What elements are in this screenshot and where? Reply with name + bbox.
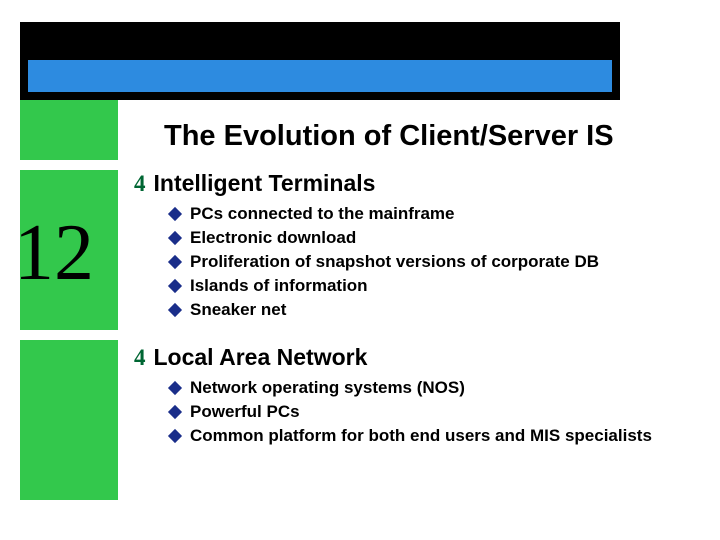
item-text: Proliferation of snapshot versions of co… xyxy=(190,251,694,274)
diamond-bullet-icon xyxy=(168,405,182,419)
diamond-bullet-icon xyxy=(168,231,182,245)
topic-block: 4 Intelligent Terminals PCs connected to… xyxy=(134,170,694,322)
diamond-bullet-icon xyxy=(168,303,182,317)
topic-heading-row: 4 Local Area Network xyxy=(134,344,694,371)
topic-items: Network operating systems (NOS) Powerful… xyxy=(134,377,694,448)
header-blue-bar xyxy=(28,60,612,92)
topic-heading: Intelligent Terminals xyxy=(154,170,376,197)
topic-items: PCs connected to the mainframe Electroni… xyxy=(134,203,694,322)
list-item: Electronic download xyxy=(170,227,694,250)
topic-block: 4 Local Area Network Network operating s… xyxy=(134,344,694,448)
stripe-gap xyxy=(20,330,118,340)
diamond-bullet-icon xyxy=(168,428,182,442)
list-item: Proliferation of snapshot versions of co… xyxy=(170,251,694,274)
item-text: Network operating systems (NOS) xyxy=(190,377,694,400)
item-text: Islands of information xyxy=(190,275,694,298)
topic-heading: Local Area Network xyxy=(154,344,368,371)
list-item: Common platform for both end users and M… xyxy=(170,425,694,448)
diamond-bullet-icon xyxy=(168,381,182,395)
item-text: Sneaker net xyxy=(190,299,694,322)
stripe-gap xyxy=(20,160,118,170)
item-text: PCs connected to the mainframe xyxy=(190,203,694,226)
slide: 12 The Evolution of Client/Server IS 4 I… xyxy=(0,0,720,540)
slide-content: 4 Intelligent Terminals PCs connected to… xyxy=(134,170,694,470)
chapter-number: 12 xyxy=(14,208,94,299)
topic-number: 4 xyxy=(134,171,146,197)
list-item: Islands of information xyxy=(170,275,694,298)
diamond-bullet-icon xyxy=(168,255,182,269)
slide-title: The Evolution of Client/Server IS xyxy=(164,120,614,153)
item-text: Common platform for both end users and M… xyxy=(190,425,694,448)
item-text: Powerful PCs xyxy=(190,401,694,424)
diamond-bullet-icon xyxy=(168,207,182,221)
list-item: Powerful PCs xyxy=(170,401,694,424)
diamond-bullet-icon xyxy=(168,279,182,293)
left-green-stripe xyxy=(20,100,118,500)
item-text: Electronic download xyxy=(190,227,694,250)
list-item: Network operating systems (NOS) xyxy=(170,377,694,400)
list-item: Sneaker net xyxy=(170,299,694,322)
topic-heading-row: 4 Intelligent Terminals xyxy=(134,170,694,197)
list-item: PCs connected to the mainframe xyxy=(170,203,694,226)
topic-number: 4 xyxy=(134,345,146,371)
